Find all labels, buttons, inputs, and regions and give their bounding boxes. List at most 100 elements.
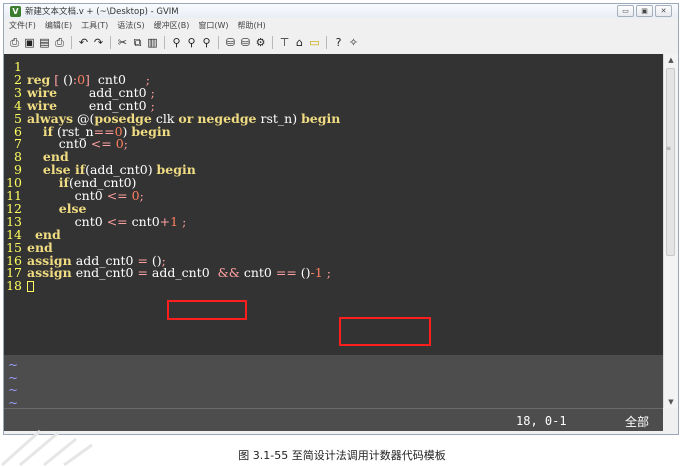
code-token: cnt0 xyxy=(127,213,160,229)
code-token: 1 xyxy=(170,213,179,229)
help-search-icon[interactable]: ✧ xyxy=(347,36,360,50)
code-token: if xyxy=(58,175,69,191)
open-icon[interactable]: ⎙ xyxy=(8,36,21,50)
code-line: 4 wire end_cnt0 ; xyxy=(4,97,155,113)
code-token: = xyxy=(137,265,148,281)
save-icon[interactable]: ▣ xyxy=(23,36,36,50)
make-icon[interactable]: ⊤ xyxy=(278,36,291,50)
code-token: cnt0 xyxy=(89,71,146,87)
code-token: else if xyxy=(42,162,86,178)
gvim-app-icon: V xyxy=(10,5,21,17)
code-token: or xyxy=(178,110,194,126)
ctags-icon[interactable]: ▭ xyxy=(308,36,321,50)
title-bar: V 新建文本文档.v + (~\Desktop) - GVIM ▭ ▣ ✕ xyxy=(4,4,678,18)
menu-file[interactable]: 文件(F) xyxy=(9,20,36,31)
code-token: ; xyxy=(145,71,150,87)
code-token: begin xyxy=(301,110,341,126)
load-session-icon[interactable]: ⛁ xyxy=(224,36,237,50)
find-next-icon[interactable]: ⚲ xyxy=(185,36,198,50)
toolbar-separator xyxy=(71,36,72,49)
code-token: cnt0 xyxy=(27,213,107,229)
code-line: 5 always @(posedge clk or negedge rst_n) … xyxy=(4,110,341,126)
gvim-window: V 新建文本文档.v + (~\Desktop) - GVIM ▭ ▣ ✕ 文件… xyxy=(3,3,679,435)
code-token: wire xyxy=(27,84,58,100)
code-line: 7 cnt0 <= 0; xyxy=(4,136,128,152)
line-number: 3 xyxy=(14,84,22,100)
shell-icon[interactable]: ⌂ xyxy=(293,36,306,50)
code-token: [ xyxy=(50,71,64,87)
paste-icon[interactable]: ▥ xyxy=(146,36,159,50)
close-button[interactable]: ✕ xyxy=(655,5,672,17)
line-number: 4 xyxy=(14,97,22,113)
print-icon[interactable]: ⎙ xyxy=(53,36,66,50)
code-token: -1 xyxy=(310,265,323,281)
maximize-button[interactable]: ▣ xyxy=(636,5,653,17)
code-token: assign xyxy=(27,265,72,281)
code-token: = xyxy=(137,252,148,268)
code-line: 2 reg [ ():0] cnt0 ; xyxy=(4,71,150,87)
scrollbar-thumb[interactable] xyxy=(666,68,675,256)
code-token: + xyxy=(159,213,171,229)
menu-buffers[interactable]: 缓冲区(B) xyxy=(154,20,190,31)
redo-icon[interactable]: ↷ xyxy=(92,36,105,50)
code-line: 13 cnt0 <= cnt0+1 ; xyxy=(4,213,186,229)
cut-icon[interactable]: ✂ xyxy=(116,36,129,50)
code-token: cnt0 xyxy=(27,188,107,203)
toolbar: ⎙ ▣ ▤ ⎙ ↶ ↷ ✂ ⧉ ▥ ⚲ ⚲ ⚲ ⛁ ⛁ ⚙ ⊤ ⌂ ▭? ✧ xyxy=(4,32,678,53)
code-token: end_cnt0 xyxy=(57,97,151,113)
code-token: (end_cnt0) xyxy=(68,175,137,191)
code-token: begin xyxy=(156,162,196,178)
find-prev-icon[interactable]: ⚲ xyxy=(200,36,213,50)
toolbar-separator xyxy=(326,36,327,49)
code-token: posedge xyxy=(94,110,152,126)
menu-syntax[interactable]: 语法(S) xyxy=(117,20,144,31)
code-token: 0 xyxy=(131,188,140,203)
line-number: 18 xyxy=(6,278,22,294)
code-token: <= xyxy=(106,188,128,203)
line-number: 1 xyxy=(14,59,22,74)
undo-icon[interactable]: ↶ xyxy=(77,36,90,50)
minimize-button[interactable]: ▭ xyxy=(617,5,634,17)
code-token: <= xyxy=(90,136,112,152)
line-number: 9 xyxy=(14,162,22,178)
empty-line-marker: ~ xyxy=(8,395,19,409)
menu-window[interactable]: 窗口(W) xyxy=(198,20,228,31)
empty-buffer-area: ~ ~ ~ ~ xyxy=(4,355,663,408)
copy-icon[interactable]: ⧉ xyxy=(131,36,144,50)
find-icon[interactable]: ⚲ xyxy=(170,36,183,50)
code-token: end xyxy=(42,149,69,165)
code-line: 9 else if(add_cnt0) begin xyxy=(4,162,196,178)
scroll-up-icon[interactable]: ▲ xyxy=(664,54,678,66)
toolbar-separator xyxy=(164,36,165,49)
code-token: begin xyxy=(131,123,171,139)
code-token: end xyxy=(27,239,53,255)
line-number: 6 xyxy=(14,123,22,139)
save-all-icon[interactable]: ▤ xyxy=(38,36,51,50)
line-number: 5 xyxy=(14,110,22,126)
line-number: 7 xyxy=(14,136,22,152)
line-number: 13 xyxy=(6,213,22,229)
code-token: ; xyxy=(161,252,166,268)
vertical-scrollbar[interactable]: ▲ ≡ ▼ xyxy=(663,54,678,408)
help-icon[interactable]: ? xyxy=(332,36,345,50)
menu-tools[interactable]: 工具(T) xyxy=(81,20,108,31)
scroll-down-icon[interactable]: ▼ xyxy=(664,396,678,408)
menu-edit[interactable]: 编辑(E) xyxy=(45,20,72,31)
code-editor[interactable]: 18 17 assign end_cnt0 = add_cnt0 && cnt0 =… xyxy=(4,54,663,408)
code-token: cnt0 xyxy=(239,265,276,281)
line-number: 15 xyxy=(6,239,22,255)
code-token: cnt0 xyxy=(27,136,91,152)
toolbar-separator xyxy=(272,36,273,49)
code-line: 11 cnt0 <= 0; xyxy=(4,188,144,203)
run-script-icon[interactable]: ⚙ xyxy=(254,36,267,50)
line-number: 2 xyxy=(14,71,22,87)
menu-help[interactable]: 帮助(H) xyxy=(238,20,266,31)
code-token: add_cnt0 xyxy=(147,265,218,281)
save-session-icon[interactable]: ⛁ xyxy=(239,36,252,50)
toolbar-separator xyxy=(218,36,219,49)
code-token: () xyxy=(296,265,311,281)
code-token: ; xyxy=(150,84,155,100)
